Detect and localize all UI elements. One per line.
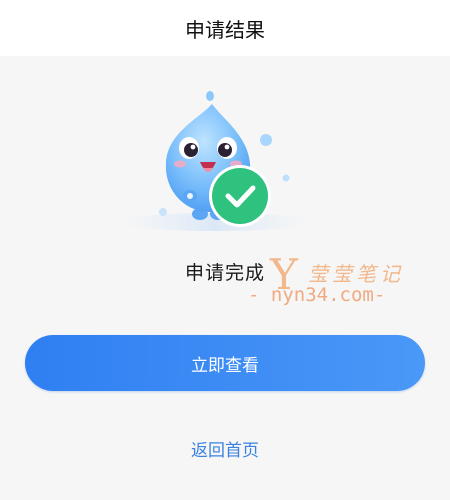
watermark-url: - nyn34.com- (248, 284, 386, 306)
back-home-link[interactable]: 返回首页 (0, 436, 450, 461)
page-header: 申请结果 (0, 0, 450, 56)
result-illustration (0, 56, 450, 241)
water-drop-mascot-icon (120, 91, 310, 231)
check-circle-icon (209, 165, 271, 227)
page-title: 申请结果 (185, 17, 265, 42)
view-now-button[interactable]: 立即查看 (25, 335, 425, 391)
result-status-text: 申请完成 (184, 262, 265, 284)
